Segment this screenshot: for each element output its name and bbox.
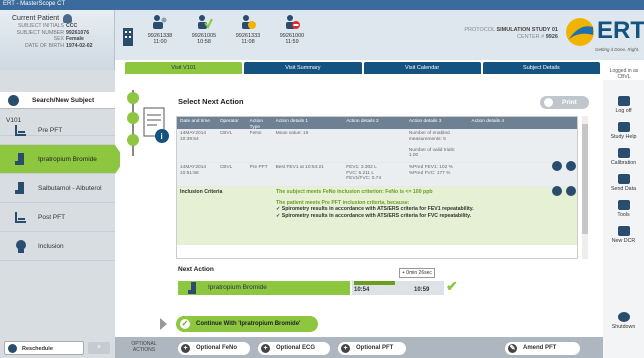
close-button[interactable]: × <box>88 342 110 354</box>
key-icon <box>617 96 630 106</box>
print-row-icon[interactable] <box>566 186 576 196</box>
person-clock-icon <box>242 15 256 29</box>
person-blocked-icon <box>286 15 300 29</box>
optional-feno-button[interactable]: + Optional FeNo <box>178 342 250 355</box>
shutdown-button[interactable]: Shutdown <box>603 312 644 330</box>
person-head-icon <box>16 240 26 253</box>
sidebar-item-inclusion[interactable]: Inclusion <box>0 232 115 261</box>
visit-item[interactable]: 99261005 10:58 <box>182 14 226 45</box>
tab-subject-details[interactable]: Subject Details <box>482 62 600 74</box>
ert-logo: ERT Getting it Done. Right. <box>565 15 644 57</box>
svg-text:i: i <box>161 132 163 141</box>
print-button[interactable]: Print <box>540 96 589 109</box>
sidebar-item-ipratropium-bromide[interactable]: Ipratropium Bromide <box>0 145 125 174</box>
person-icon <box>617 226 630 236</box>
logged-in-label: Logged in as CBVL <box>609 68 639 80</box>
chair-icon <box>15 125 26 136</box>
tools-button[interactable]: Tools <box>603 200 644 218</box>
tools-icon <box>617 200 630 210</box>
table-scrollbar[interactable] <box>582 116 588 259</box>
ert-swoosh-icon <box>566 18 594 46</box>
sidebar-item-salbutamol[interactable]: Salbutamol - Albuterol <box>0 174 115 203</box>
table-row[interactable]: 14MAY2014 10:51:58 CBVL Pre PFT Best FEV1 a… <box>177 163 577 187</box>
patient-dob: DATE OF BIRTH 1974-02-02 <box>24 42 93 49</box>
study-help-button[interactable]: Study Help <box>603 122 644 140</box>
printer-icon <box>544 98 553 107</box>
info-icon[interactable] <box>552 161 562 171</box>
tab-visit-summary[interactable]: Visit Summary <box>244 62 362 74</box>
calibration-button[interactable]: Calibration <box>603 148 644 166</box>
optional-actions-label: OPTIONAL ACTIONS <box>131 341 157 353</box>
timer-bar: 10:54 10:59 + 0min 26sec <box>352 268 444 295</box>
tab-visit[interactable]: Visit V101 <box>125 62 243 74</box>
arrows-icon <box>617 148 630 158</box>
building-icon <box>123 28 133 46</box>
table-row[interactable]: 14MAY2014 10:39:54 CBVL FeNo Mean value: 16… <box>177 129 577 163</box>
chair-icon <box>15 212 26 223</box>
visit-item[interactable]: 99261000 11:59 <box>270 14 314 45</box>
pencil-icon: ✎ <box>508 344 517 353</box>
visit-item[interactable]: 99261333 11:08 <box>226 14 270 45</box>
continue-button[interactable]: ✓ Continue With 'Ipratropium Bromide' <box>176 316 318 332</box>
optional-pft-button[interactable]: + Optional PFT <box>338 342 406 355</box>
next-action-item[interactable]: Ipratropium Bromide <box>178 281 350 295</box>
tab-visit-calendar[interactable]: Visit Calendar <box>363 62 481 74</box>
document-icon: i <box>127 90 169 156</box>
actions-table: Date and time Operator Action Type Action d… <box>176 116 578 259</box>
plus-icon: + <box>261 344 270 353</box>
page-title: Select Next Action <box>178 97 244 106</box>
amend-pft-button[interactable]: ✎ Amend PFT <box>505 342 580 355</box>
inhaler-icon <box>15 153 24 165</box>
window-title: ERT - MasterScope CT <box>0 0 644 10</box>
send-data-button[interactable]: Send Data <box>603 174 644 192</box>
info-icon <box>617 122 630 132</box>
plus-icon: + <box>341 344 350 353</box>
sidebar-item-post-pft[interactable]: Post PFT <box>0 203 115 232</box>
visit-item[interactable]: 99261338 11:00 <box>138 14 182 45</box>
people-icon <box>153 15 167 29</box>
power-icon <box>8 344 17 353</box>
inhaler-icon <box>15 182 24 194</box>
sidebar-item-pre-pft[interactable]: Pre PFT <box>0 116 115 145</box>
person-check-icon <box>198 15 213 29</box>
play-arrow-icon <box>160 318 167 330</box>
search-icon <box>8 95 19 106</box>
check-icon: ✔ <box>446 278 458 294</box>
plus-icon: + <box>181 344 190 353</box>
info-icon[interactable] <box>552 186 562 196</box>
search-new-subject-button[interactable]: Search/New Subject <box>0 92 115 109</box>
user-icon <box>63 14 73 23</box>
inhaler-icon <box>188 282 196 294</box>
power-icon <box>617 312 630 322</box>
patient-panel: Current Patient SUBJECT INITIALS CCC SUBJ… <box>0 10 115 70</box>
table-header: Date and time Operator Action Type Action d… <box>177 117 577 130</box>
patient-title: Current Patient <box>12 15 60 23</box>
inclusion-criteria: Inclusion Criteria The subject meets FeN… <box>177 187 577 245</box>
print-row-icon[interactable] <box>566 161 576 171</box>
next-action-title: Next Action <box>178 266 214 273</box>
protocol-info: PROTOCOL SIMULATION STUDY 01 CENTER # 99… <box>464 27 558 40</box>
log-off-button[interactable]: Log off <box>603 96 644 114</box>
reschedule-button[interactable]: Reschedule <box>4 341 84 355</box>
scrollbar-thumb[interactable] <box>582 124 588 234</box>
optional-ecg-button[interactable]: + Optional ECG <box>258 342 330 355</box>
gears-icon <box>617 174 630 184</box>
check-circle-icon: ✓ <box>180 319 190 329</box>
timer-tooltip: + 0min 26sec <box>399 268 435 278</box>
new-dcr-button[interactable]: New DCR <box>603 226 644 244</box>
visit-icons: 99261338 11:00 99261005 10:58 99261333 11:0… <box>138 14 314 45</box>
visit-tabs: Visit V101 Visit Summary Visit Calendar … <box>125 62 600 74</box>
timer-progress <box>354 281 395 285</box>
